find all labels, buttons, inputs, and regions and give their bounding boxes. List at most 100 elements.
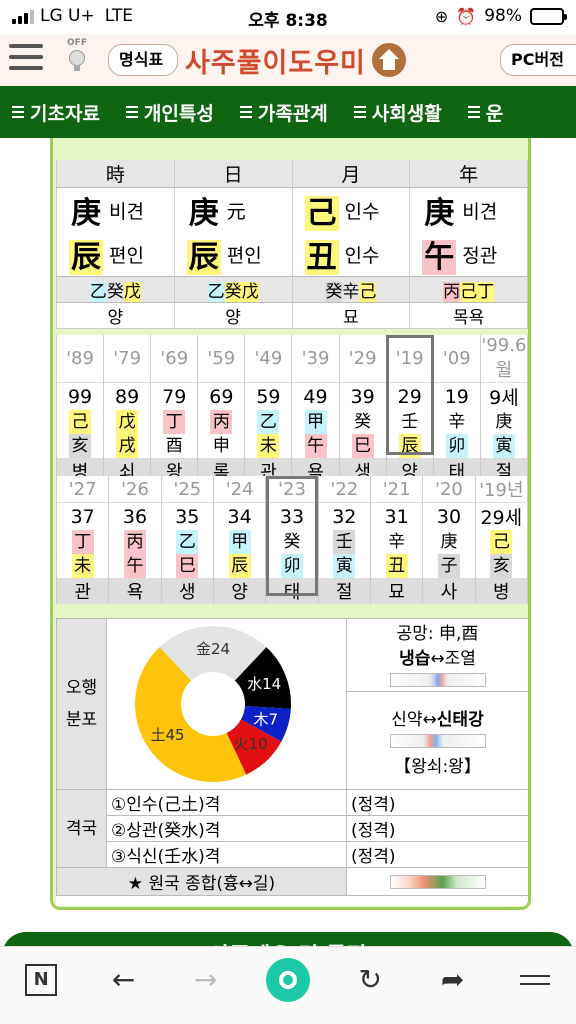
daewoon-pillar[interactable]: 己亥 xyxy=(55,410,105,458)
wangsoe-text: 【왕쇠:왕】 xyxy=(394,756,481,777)
gyeokguk-label: 격국 xyxy=(56,789,107,868)
pillar-branche-label: 편인 xyxy=(226,244,262,267)
forward-button[interactable]: → xyxy=(184,958,228,1002)
daewoon-branch: 酉 xyxy=(165,436,183,456)
seun-pillar[interactable]: 乙巳 xyxy=(160,530,214,578)
seun-pillar[interactable]: 庚子 xyxy=(422,530,476,578)
pillar-hidden-stems: 乙癸戊 xyxy=(173,276,293,303)
naver-n-icon: N xyxy=(25,963,58,996)
seun-stem: 丁 xyxy=(71,530,94,554)
seun-age: 30 xyxy=(422,502,476,530)
daewoon-stem: 壬 xyxy=(401,412,419,432)
nav-item-family[interactable]: 가족관계 xyxy=(228,99,342,126)
daewoon-age: 39 xyxy=(338,382,387,410)
hidden-stem: 乙 xyxy=(89,282,107,302)
daewoon-stem: 辛 xyxy=(448,412,466,432)
seun-pillar[interactable]: 丁未 xyxy=(55,530,110,578)
seun-pillar[interactable]: 己亥 xyxy=(474,530,528,578)
pillar-stem-char: 庚 xyxy=(69,196,103,231)
pillar-hidden-stems: 癸辛己 xyxy=(291,276,411,303)
seun-stem: 丙 xyxy=(123,530,146,554)
daewoon-age: 59 xyxy=(244,382,293,410)
seun-age: 33 xyxy=(265,502,319,530)
seun-age: 31 xyxy=(369,502,424,530)
seun-year: '26 xyxy=(108,476,162,503)
pillar-stem-char: 庚 xyxy=(422,196,457,231)
nav-item-social[interactable]: 사회생활 xyxy=(342,99,456,126)
nav-item-personal[interactable]: 개인특성 xyxy=(114,99,228,126)
daewoon-pillar[interactable]: 甲午 xyxy=(291,410,340,458)
seun-pillar[interactable]: 甲辰 xyxy=(212,530,267,578)
naver-tab-button[interactable]: N xyxy=(19,958,63,1002)
myeongsik-button[interactable]: 명식표 xyxy=(108,44,178,76)
daewoon-pillar[interactable]: 丁酉 xyxy=(150,410,199,458)
seun-year: '21 xyxy=(369,476,424,503)
daewoon-year: '69 xyxy=(150,335,199,383)
light-bulb-icon[interactable]: OFF xyxy=(60,38,94,82)
alarm-icon: ⏰ xyxy=(456,6,477,26)
daewoon-branch: 巳 xyxy=(351,434,374,458)
seun-stage: 생 xyxy=(160,578,214,604)
gongmang-text: 공망: 申,酉 xyxy=(396,624,479,644)
pc-version-button[interactable]: PC버전 xyxy=(500,44,576,76)
seun-pillar[interactable]: 辛丑 xyxy=(369,530,424,578)
pillar-table: 時 日 月 年 庚 비견 庚元己 인수 庚 비견 辰 편인 辰 편인 丑 인수 午 정관 乙癸戊 乙癸戊癸… xyxy=(56,160,528,329)
seun-stage: 묘 xyxy=(369,578,424,604)
gyeokguk-item: ③식신(壬水)격 xyxy=(106,841,347,868)
logo[interactable]: 사주풀이도우미 xyxy=(185,40,406,80)
hidden-stem: 辛 xyxy=(342,282,360,302)
arrow-right-icon: → xyxy=(193,963,218,996)
seun-stem: 癸 xyxy=(283,532,301,552)
ohang-label: 오행 분포 xyxy=(56,618,107,790)
back-button[interactable]: ← xyxy=(101,958,145,1002)
seun-pillar[interactable]: 癸卯 xyxy=(265,530,319,578)
seun-branch: 未 xyxy=(71,554,94,578)
seun-pillar[interactable]: 丙午 xyxy=(108,530,162,578)
home-button[interactable] xyxy=(265,957,310,1002)
seun-stem: 庚 xyxy=(440,532,458,552)
seun-pillar[interactable]: 壬寅 xyxy=(317,530,371,578)
daewoon-branch: 午 xyxy=(304,434,327,458)
pillar-hidden-stems: 丙己丁 xyxy=(409,276,528,303)
pillar-stage: 양 xyxy=(56,302,175,329)
ohang-donut-chart: 金24 水14 木7 火10 土45 xyxy=(107,620,345,788)
list-icon xyxy=(239,103,252,121)
daewoon-pillar[interactable]: 庚寅 xyxy=(479,410,528,458)
nav-item-fortune[interactable]: 운 xyxy=(456,99,517,126)
gyeokguk-item: ②상관(癸水)격 xyxy=(106,815,347,842)
daewoon-pillar[interactable]: 丙申 xyxy=(197,410,246,458)
pillar-header-day: 日 xyxy=(173,160,293,188)
list-icon xyxy=(353,103,366,121)
daewoon-pillar[interactable]: 乙未 xyxy=(244,410,293,458)
pillar-header-year: 年 xyxy=(409,160,528,188)
daewoon-stem: 甲 xyxy=(304,410,327,434)
nav-item-basic[interactable]: 기초자료 xyxy=(0,99,114,126)
daewoon-year: '19 xyxy=(385,335,434,383)
daewoon-branch: 卯 xyxy=(445,434,468,458)
daewoon-age: 19 xyxy=(432,382,481,410)
pillar-stage: 목욕 xyxy=(409,302,528,329)
donut-label-水: 水14 xyxy=(247,675,281,693)
logo-text: 사주풀이도우미 xyxy=(185,47,366,79)
reload-button[interactable]: ↻ xyxy=(348,958,392,1002)
pillar-stem-cell: 庚 비견 xyxy=(409,187,528,232)
more-menu-button[interactable] xyxy=(513,958,557,1002)
seun-year: '22 xyxy=(317,476,371,503)
seun-stem: 辛 xyxy=(388,532,406,552)
daewoon-pillar[interactable]: 戊戌 xyxy=(103,410,152,458)
donut-label-土: 土45 xyxy=(150,726,184,744)
daewoon-age: 9세 xyxy=(479,382,528,410)
pillar-branche-cell: 午 정관 xyxy=(409,232,528,277)
pillar-stem-char: 己 xyxy=(304,196,339,231)
menu-icon[interactable] xyxy=(9,44,43,74)
home-icon[interactable] xyxy=(371,43,406,77)
seun-age: 37 xyxy=(55,502,110,530)
daewoon-pillar[interactable]: 癸巳 xyxy=(338,410,387,458)
sinyak-cell: 신약↔신태강 【왕쇠:왕】 xyxy=(346,691,528,790)
daewoon-stem: 丁 xyxy=(163,410,186,434)
ohang-chart-cell: 金24 水14 木7 火10 土45 xyxy=(106,618,347,790)
daewoon-pillar[interactable]: 辛卯 xyxy=(432,410,481,458)
share-button[interactable]: ➦ xyxy=(431,958,475,1002)
daewoon-pillar[interactable]: 壬辰 xyxy=(385,410,434,458)
daewoon-table: '89'79'69'59'49'39'29'19'09'99.6월 99 89 79 6… xyxy=(55,335,528,484)
